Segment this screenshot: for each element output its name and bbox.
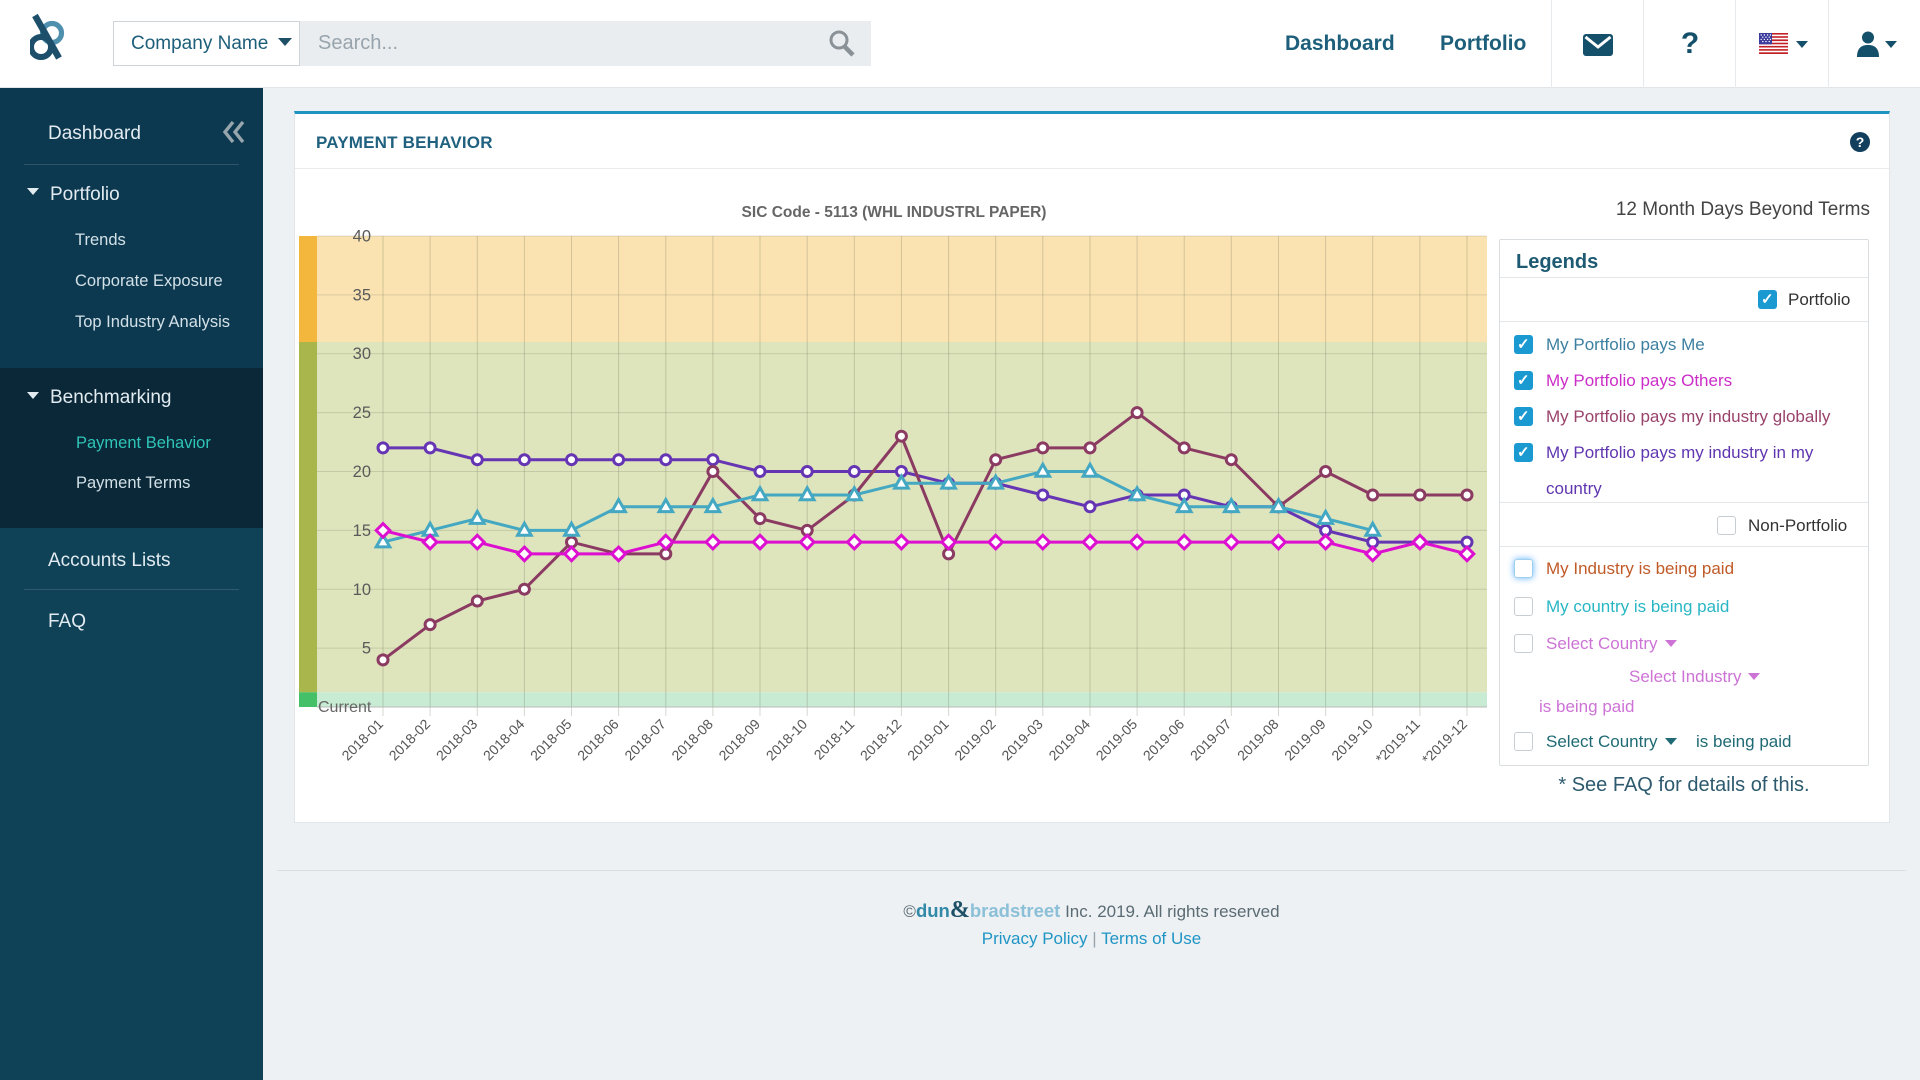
- svg-text:15: 15: [353, 522, 371, 540]
- svg-text:2019-06: 2019-06: [1140, 716, 1188, 764]
- svg-text:2019-08: 2019-08: [1234, 716, 1282, 764]
- svg-text:10: 10: [353, 581, 371, 599]
- svg-text:*2019-12: *2019-12: [1419, 716, 1471, 768]
- svg-text:2019-01: 2019-01: [904, 716, 952, 764]
- svg-text:40: 40: [353, 230, 371, 246]
- svg-text:2018-01: 2018-01: [338, 716, 386, 764]
- svg-text:2018-05: 2018-05: [527, 716, 575, 764]
- svg-text:2018-04: 2018-04: [480, 716, 528, 764]
- svg-text:2018-06: 2018-06: [574, 716, 622, 764]
- svg-text:2018-08: 2018-08: [668, 716, 716, 764]
- svg-text:2019-05: 2019-05: [1093, 716, 1141, 764]
- svg-text:2018-03: 2018-03: [433, 716, 481, 764]
- svg-text:2018-07: 2018-07: [621, 716, 669, 764]
- svg-text:25: 25: [353, 404, 371, 422]
- svg-text:2019-02: 2019-02: [951, 716, 999, 764]
- svg-text:2019-09: 2019-09: [1281, 716, 1329, 764]
- svg-text:2018-10: 2018-10: [763, 716, 811, 764]
- svg-text:30: 30: [353, 345, 371, 363]
- svg-text:20: 20: [353, 463, 371, 481]
- svg-text:2019-04: 2019-04: [1045, 716, 1093, 764]
- svg-text:Current: Current: [318, 699, 372, 716]
- svg-text:*2019-11: *2019-11: [1372, 716, 1423, 767]
- svg-text:2018-11: 2018-11: [811, 716, 858, 763]
- svg-text:2018-09: 2018-09: [715, 716, 763, 764]
- svg-text:5: 5: [362, 640, 371, 658]
- svg-text:35: 35: [353, 286, 371, 304]
- svg-text:2018-12: 2018-12: [857, 716, 905, 764]
- svg-text:2019-10: 2019-10: [1328, 716, 1376, 764]
- svg-text:2019-07: 2019-07: [1187, 716, 1235, 764]
- svg-text:2019-03: 2019-03: [998, 716, 1046, 764]
- svg-text:2018-02: 2018-02: [386, 716, 434, 764]
